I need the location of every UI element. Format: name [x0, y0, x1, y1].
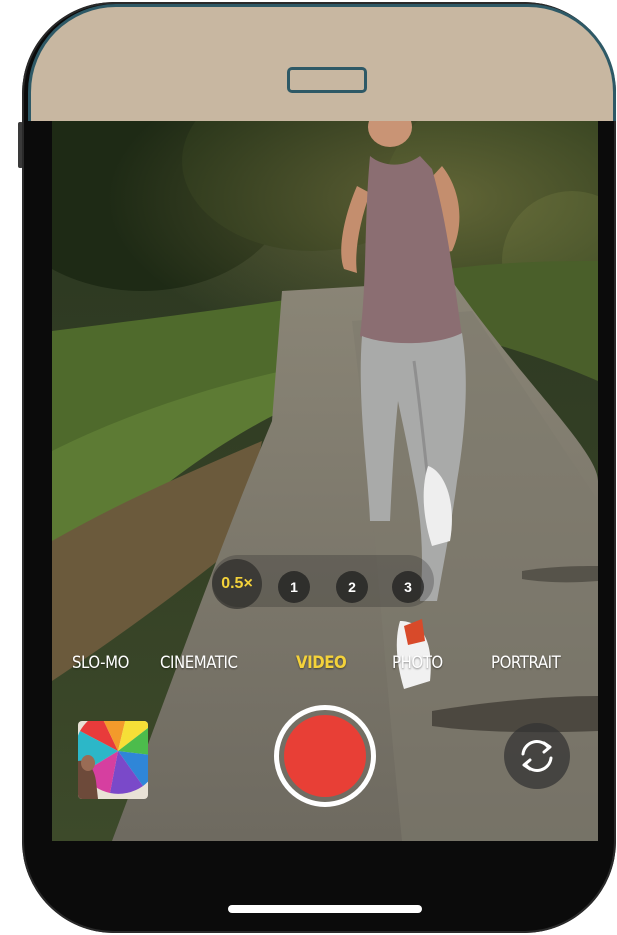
mode-portrait[interactable]: PORTRAIT [491, 653, 561, 673]
record-button[interactable] [274, 705, 376, 807]
mode-slo-mo[interactable]: SLO-MO [72, 653, 129, 673]
zoom-3x-button[interactable]: 3 [392, 571, 424, 603]
mode-cinematic[interactable]: CINEMATIC [160, 653, 238, 673]
top-bezel [28, 4, 616, 121]
mode-selector: SLO-MO CINEMATIC VIDEO PHOTO PORTRAIT [52, 653, 598, 677]
zoom-0-5x-button[interactable]: 0.5× [212, 559, 262, 609]
photo-thumbnail[interactable] [78, 721, 148, 799]
zoom-2x-button[interactable]: 2 [336, 571, 368, 603]
record-button-core [284, 715, 366, 797]
mode-photo[interactable]: PHOTO [392, 653, 443, 673]
home-indicator[interactable] [228, 905, 422, 913]
zoom-control: 0.5× 1 2 3 [212, 555, 434, 609]
umbrella-thumbnail-image [78, 721, 148, 799]
camera-flip-icon [521, 740, 553, 772]
camera-viewfinder[interactable]: 0.5× 1 2 3 SLO-MO CINEMATIC VIDEO PHOTO … [52, 121, 598, 841]
mode-video[interactable]: VIDEO [296, 653, 347, 673]
speaker-grille [287, 67, 367, 93]
camera-flip-button[interactable] [504, 723, 570, 789]
zoom-1x-button[interactable]: 1 [278, 571, 310, 603]
